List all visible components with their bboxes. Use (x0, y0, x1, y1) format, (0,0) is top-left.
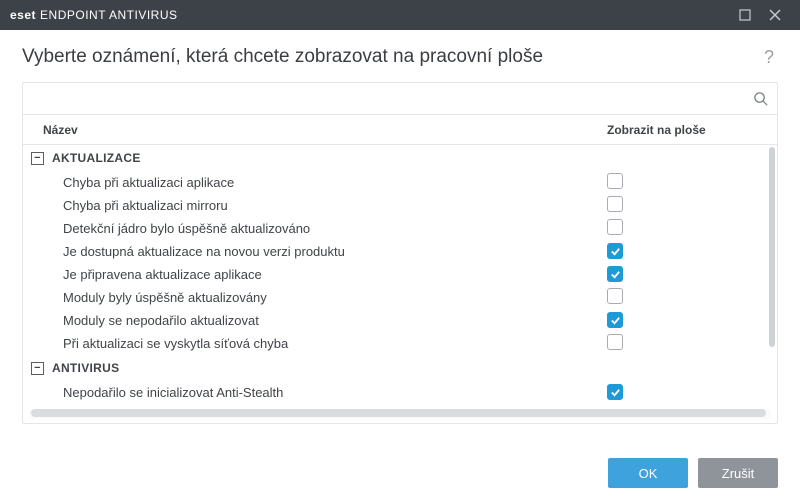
row-checkbox-cell (607, 334, 777, 353)
row-checkbox-cell (607, 384, 777, 401)
row-label: Při aktualizaci se vyskytla síťová chyba (23, 336, 607, 351)
group-header: −AKTUALIZACE (23, 145, 777, 171)
search-icon[interactable] (743, 91, 777, 106)
column-name: Název (23, 123, 607, 137)
titlebar: eset ENDPOINT ANTIVIRUS (0, 0, 800, 30)
show-on-desktop-checkbox[interactable] (607, 312, 623, 328)
table-body[interactable]: −AKTUALIZACEChyba při aktualizaci aplika… (23, 145, 777, 407)
collapse-icon[interactable]: − (31, 152, 44, 165)
show-on-desktop-checkbox[interactable] (607, 243, 623, 259)
row-checkbox-cell (607, 243, 777, 260)
app-brand: eset ENDPOINT ANTIVIRUS (10, 8, 178, 22)
row-checkbox-cell (607, 196, 777, 215)
table-row: Je připravena aktualizace aplikace (23, 263, 777, 286)
table-row: Chyba při aktualizaci mirroru (23, 194, 777, 217)
page-title: Vyberte oznámení, která chcete zobrazova… (22, 46, 760, 68)
show-on-desktop-checkbox[interactable] (607, 196, 623, 212)
table-row: Moduly se nepodařilo aktualizovat (23, 309, 777, 332)
help-icon[interactable]: ? (760, 47, 778, 68)
row-label: Moduly se nepodařilo aktualizovat (23, 313, 607, 328)
row-label: Moduly byly úspěšně aktualizovány (23, 290, 607, 305)
table-row: Chyba při aktualizaci aplikace (23, 171, 777, 194)
search-input[interactable] (23, 83, 743, 114)
table-row: Moduly byly úspěšně aktualizovány (23, 286, 777, 309)
row-label: Nepodařilo se inicializovat Anti-Stealth (23, 385, 607, 400)
brand-rest: ENDPOINT ANTIVIRUS (40, 8, 177, 22)
minimize-button[interactable] (730, 0, 760, 30)
row-label: Je dostupná aktualizace na novou verzi p… (23, 244, 607, 259)
table-row: Nepodařilo se inicializovat Anti-Stealth (23, 381, 777, 404)
search-row (23, 83, 777, 115)
table-row: Je dostupná aktualizace na novou verzi p… (23, 240, 777, 263)
show-on-desktop-checkbox[interactable] (607, 266, 623, 282)
brand-bold: eset (10, 8, 36, 22)
dialog-header: Vyberte oznámení, která chcete zobrazova… (0, 30, 800, 82)
collapse-icon[interactable]: − (31, 362, 44, 375)
row-label: Je připravena aktualizace aplikace (23, 267, 607, 282)
row-label: Chyba při aktualizaci aplikace (23, 175, 607, 190)
horizontal-scrollbar-thumb[interactable] (31, 409, 766, 417)
vertical-scrollbar[interactable] (769, 147, 775, 347)
show-on-desktop-checkbox[interactable] (607, 173, 623, 189)
show-on-desktop-checkbox[interactable] (607, 288, 623, 304)
column-show: Zobrazit na ploše (607, 123, 777, 137)
row-checkbox-cell (607, 219, 777, 238)
show-on-desktop-checkbox[interactable] (607, 334, 623, 350)
group-label: ANTIVIRUS (52, 361, 119, 375)
dialog-footer: OK Zrušit (0, 446, 800, 500)
row-label: Detekční jádro bylo úspěšně aktualizován… (23, 221, 607, 236)
close-button[interactable] (760, 0, 790, 30)
group-label: AKTUALIZACE (52, 151, 141, 165)
row-checkbox-cell (607, 173, 777, 192)
show-on-desktop-checkbox[interactable] (607, 384, 623, 400)
table-header: Název Zobrazit na ploše (23, 115, 777, 145)
show-on-desktop-checkbox[interactable] (607, 219, 623, 235)
cancel-button[interactable]: Zrušit (698, 458, 778, 488)
row-checkbox-cell (607, 288, 777, 307)
horizontal-scrollbar[interactable] (29, 409, 771, 419)
ok-button[interactable]: OK (608, 458, 688, 488)
table-row: Při aktualizaci se vyskytla síťová chyba (23, 332, 777, 355)
row-checkbox-cell (607, 266, 777, 283)
group-header: −ANTIVIRUS (23, 355, 777, 381)
notifications-panel: Název Zobrazit na ploše −AKTUALIZACEChyb… (22, 82, 778, 424)
row-checkbox-cell (607, 312, 777, 329)
row-label: Chyba při aktualizaci mirroru (23, 198, 607, 213)
table-row: Detekční jádro bylo úspěšně aktualizován… (23, 217, 777, 240)
